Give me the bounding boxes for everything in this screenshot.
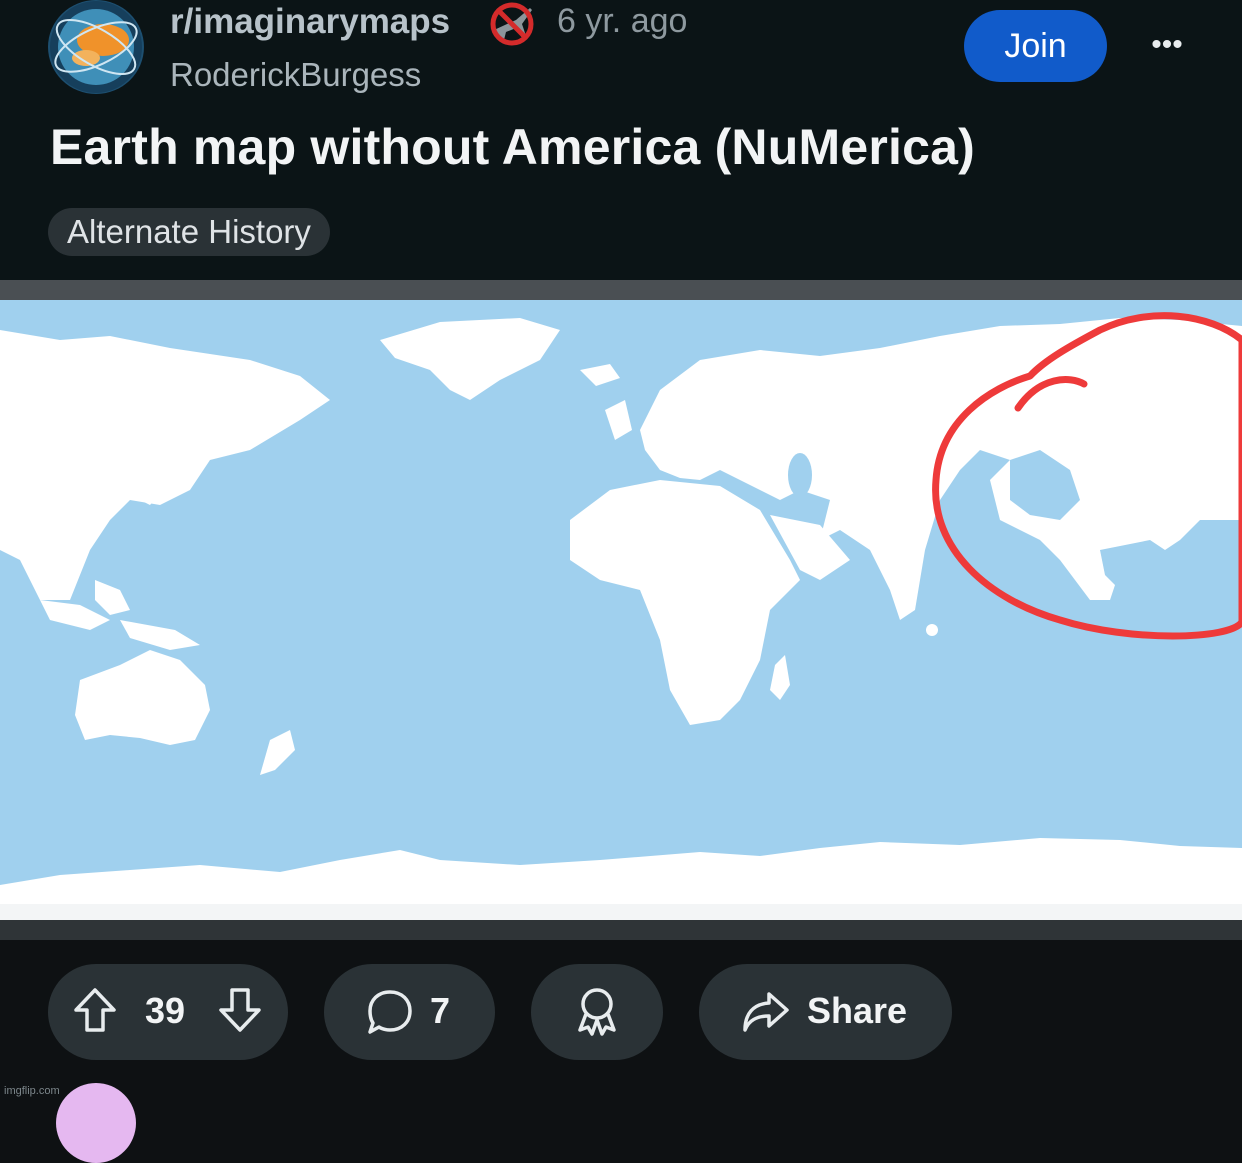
- award-icon: [574, 986, 620, 1041]
- next-avatar[interactable]: [56, 1083, 136, 1163]
- comment-count: 7: [430, 990, 451, 1031]
- share-label: Share: [807, 990, 908, 1031]
- subreddit-name[interactable]: r/imaginarymaps: [170, 2, 450, 42]
- watermark: imgflip.com: [4, 1085, 60, 1097]
- post-author[interactable]: RoderickBurgess: [170, 56, 421, 94]
- comment-icon: [366, 988, 414, 1041]
- media-frame-top: [0, 280, 1242, 300]
- media-frame-bottom: [0, 920, 1242, 940]
- vote-count: 39: [145, 990, 186, 1031]
- map-image[interactable]: [0, 300, 1242, 920]
- join-button[interactable]: Join: [964, 10, 1107, 82]
- no-plane-icon: [486, 0, 538, 48]
- share-icon: [741, 990, 791, 1039]
- upvote-icon[interactable]: [72, 986, 118, 1039]
- post-flair[interactable]: Alternate History: [48, 208, 330, 256]
- post-title[interactable]: Earth map without America (NuMerica): [50, 118, 975, 176]
- subreddit-avatar[interactable]: [48, 0, 144, 94]
- downvote-icon[interactable]: [217, 986, 263, 1039]
- more-icon[interactable]: •••: [1140, 28, 1194, 64]
- post-age: 6 yr. ago: [557, 2, 688, 40]
